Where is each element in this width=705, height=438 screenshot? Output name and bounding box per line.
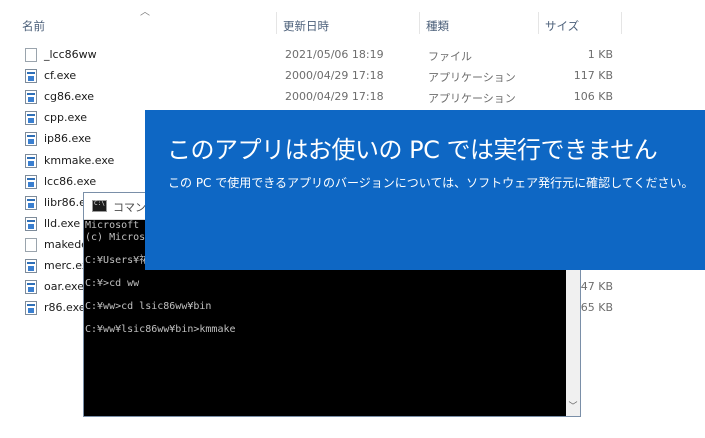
console-line: C:¥>cd ww — [85, 277, 140, 289]
file-row[interactable]: cg86.exe 2000/04/29 17:18 アプリケーション 106 KB — [0, 87, 705, 108]
file-type: ファイル — [428, 50, 472, 63]
app-incompatible-banner: このアプリはお使いの PC では実行できません この PC で使用できるアプリの… — [145, 110, 705, 270]
application-icon — [25, 132, 37, 147]
file-name: cf.exe — [44, 69, 77, 83]
application-icon — [25, 69, 37, 84]
column-divider[interactable] — [621, 12, 622, 34]
column-header-type[interactable]: 種類 — [422, 0, 538, 34]
application-icon — [25, 301, 37, 316]
file-type: アプリケーション — [428, 92, 516, 106]
file-name: cg86.exe — [44, 90, 95, 104]
application-icon — [25, 111, 37, 126]
application-icon — [25, 90, 37, 105]
file-type: アプリケーション — [428, 71, 516, 85]
file-name: lcc86.exe — [44, 174, 97, 188]
column-header-row: ︿ 名前 更新日時 種類 サイズ — [0, 0, 705, 34]
console-line: C:¥ww>cd lsic86ww¥bin — [85, 300, 212, 312]
console-line: C:¥ww¥lsic86ww¥bin>kmmake — [85, 323, 236, 335]
column-divider[interactable] — [276, 12, 277, 34]
column-header-name[interactable]: 名前 — [18, 0, 276, 34]
application-icon — [25, 259, 37, 273]
file-modified-date: 2000/04/29 17:18 — [285, 69, 384, 83]
banner-title: このアプリはお使いの PC では実行できません — [167, 136, 658, 164]
file-size: 47 KB — [580, 280, 613, 294]
column-divider[interactable] — [538, 12, 539, 34]
banner-message: この PC で使用できるアプリのバージョンについては、ソフトウェア発行元に確認し… — [168, 176, 694, 190]
file-name: kmmake.exe — [44, 153, 115, 167]
application-icon — [25, 153, 37, 168]
file-row[interactable]: cf.exe 2000/04/29 17:18 アプリケーション 117 KB — [0, 66, 705, 87]
application-icon — [25, 216, 37, 231]
file-icon — [25, 237, 37, 252]
application-icon — [25, 280, 37, 295]
application-icon — [25, 174, 37, 189]
file-size: 117 KB — [573, 69, 613, 83]
column-header-size[interactable]: サイズ — [541, 0, 621, 34]
column-divider[interactable] — [419, 12, 420, 34]
file-modified-date: 2021/05/06 18:19 — [285, 48, 384, 61]
file-name: makede — [44, 237, 88, 251]
file-size: 1 KB — [587, 48, 613, 61]
file-name: cpp.exe — [44, 111, 88, 125]
file-row[interactable]: _lcc86ww 2021/05/06 18:19 ファイル 1 KB — [0, 45, 705, 66]
console-icon — [92, 200, 107, 212]
file-name: _lcc86ww — [44, 48, 97, 61]
application-icon — [25, 195, 37, 210]
file-modified-date: 2000/04/29 17:18 — [285, 90, 384, 104]
file-icon — [25, 48, 37, 62]
file-name: r86.exe — [44, 301, 86, 315]
file-size: 106 KB — [573, 90, 613, 104]
file-name: merc.ex — [44, 259, 89, 272]
column-header-modified[interactable]: 更新日時 — [279, 0, 419, 34]
file-size: 65 KB — [580, 301, 613, 315]
file-name: ip86.exe — [44, 132, 92, 146]
file-name: lld.exe — [44, 216, 81, 230]
scroll-down-arrow-icon[interactable]: ﹀ — [566, 400, 580, 414]
file-name: oar.exe — [44, 280, 84, 294]
